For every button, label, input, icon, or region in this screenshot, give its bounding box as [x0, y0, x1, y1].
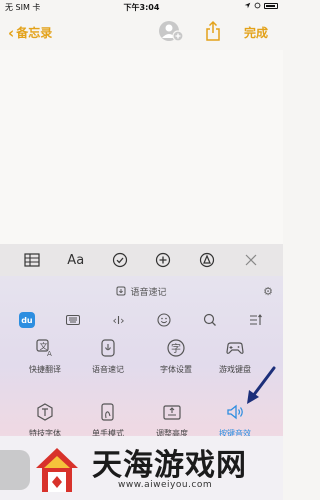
annotation-arrow — [247, 366, 276, 404]
home-indicator-fragment — [0, 450, 30, 490]
ime-logo-icon: du — [18, 312, 35, 328]
keyboard-icon — [65, 315, 80, 325]
battery-icon — [264, 2, 278, 9]
back-label: 备忘录 — [16, 26, 53, 40]
watermark-logo — [36, 448, 78, 492]
watermark-url: www.aiweiyou.com — [118, 480, 213, 490]
voice-note-icon — [96, 336, 120, 360]
insert-button[interactable] — [152, 249, 174, 271]
back-button[interactable]: ‹ 备忘录 — [8, 24, 52, 41]
note-editor[interactable] — [0, 50, 283, 244]
alarm-icon — [254, 2, 261, 9]
translate-icon: 文A — [33, 336, 57, 360]
keyboard-switch-button[interactable] — [62, 309, 84, 331]
markup-button[interactable] — [196, 249, 218, 271]
gamepad-icon — [223, 336, 247, 360]
location-icon — [244, 2, 251, 9]
svg-text:A: A — [47, 350, 52, 358]
markup-pen-icon — [200, 252, 215, 268]
special-font-icon — [33, 400, 57, 424]
emoji-button[interactable] — [153, 309, 175, 331]
status-bar: 无 SIM 卡 下午3:04 — [0, 0, 283, 14]
search-button[interactable] — [199, 309, 221, 331]
gear-icon[interactable]: ⚙ — [263, 285, 273, 298]
voice-note-icon — [116, 286, 126, 296]
cursor-move-button[interactable]: ‹I› — [108, 309, 130, 331]
chevron-left-icon: ‹ — [8, 23, 15, 42]
voice-note-bar[interactable]: 语音速记 ⚙ — [0, 276, 283, 306]
status-icons — [244, 2, 278, 9]
add-person-icon[interactable] — [158, 20, 184, 42]
nav-bar: ‹ 备忘录 完成 — [0, 14, 283, 50]
tile-voice-note[interactable]: 语音速记 — [73, 334, 143, 384]
svg-text:字: 字 — [171, 342, 181, 355]
ime-logo-button[interactable]: du — [16, 309, 38, 331]
tile-label: 语音速记 — [92, 365, 124, 374]
one-hand-icon — [96, 400, 120, 424]
close-icon — [245, 254, 257, 266]
font-settings-icon: 字 — [164, 336, 188, 360]
text-style-button[interactable]: Aa — [65, 249, 87, 271]
collapse-icon — [250, 314, 262, 325]
plus-circle-icon — [156, 252, 171, 268]
table-button[interactable] — [21, 249, 43, 271]
clock: 下午3:04 — [123, 3, 160, 12]
tile-quick-translate[interactable]: 文A 快捷翻译 — [10, 334, 80, 384]
emoji-icon — [157, 313, 171, 327]
collapse-keyboard-button[interactable] — [245, 309, 267, 331]
tile-label: 快捷翻译 — [29, 365, 61, 374]
keyboard-top-row: du ‹I› — [0, 307, 283, 333]
checklist-button[interactable] — [109, 249, 131, 271]
done-button[interactable]: 完成 — [244, 24, 268, 41]
share-icon[interactable] — [205, 20, 221, 42]
watermark-title: 天海游戏网 — [92, 448, 247, 483]
table-icon — [24, 253, 40, 267]
cursor-move-icon: ‹I› — [112, 313, 125, 327]
close-toolbar-button[interactable] — [240, 249, 262, 271]
search-icon — [204, 313, 217, 326]
format-toolbar: Aa — [0, 244, 283, 276]
checklist-icon — [112, 252, 127, 268]
voice-note-label: 语音速记 — [130, 287, 167, 298]
adjust-height-icon — [160, 400, 184, 424]
